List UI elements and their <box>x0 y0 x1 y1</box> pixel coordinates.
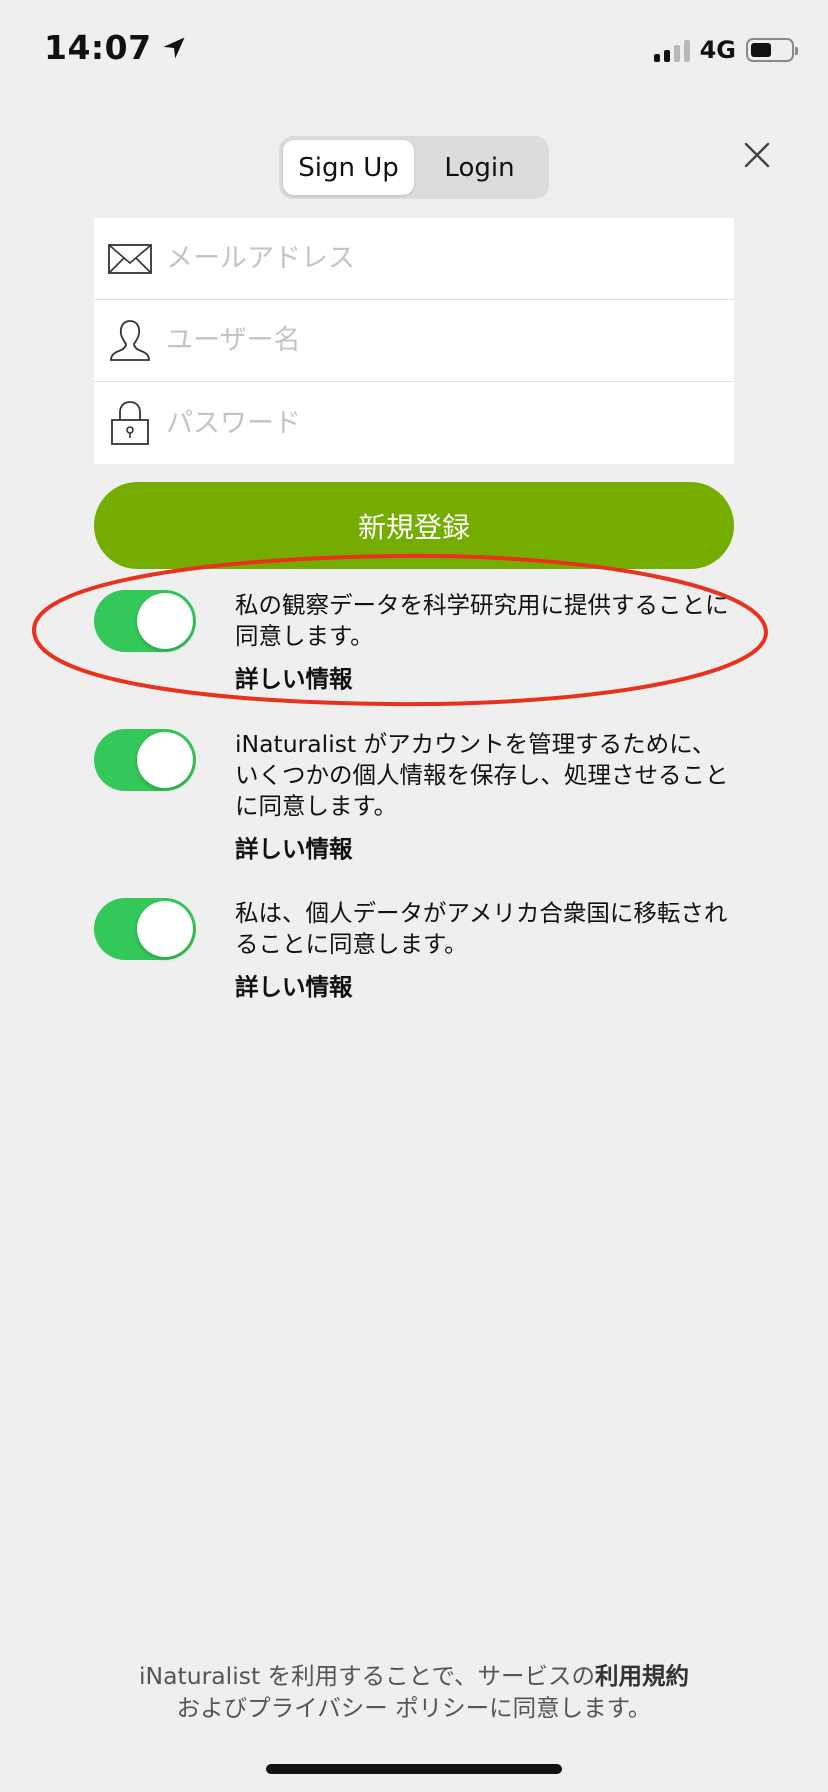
battery-icon <box>746 38 798 62</box>
lock-icon <box>94 400 166 446</box>
consent-data-transfer-toggle[interactable] <box>94 898 196 960</box>
signup-form <box>94 218 734 464</box>
consent-research-toggle[interactable] <box>94 590 196 652</box>
footer-prefix: iNaturalist を利用することで、サービスの <box>138 1662 596 1690</box>
consent-label: iNaturalist がアカウントを管理するために、いくつかの個人情報を保存し… <box>235 730 729 820</box>
user-icon <box>94 318 166 364</box>
auth-mode-segmented-control: Sign Up Login <box>279 136 549 199</box>
clock: 14:07 <box>44 28 152 67</box>
password-row <box>94 382 734 464</box>
close-icon <box>744 142 770 168</box>
status-indicators: 4G <box>653 36 798 64</box>
consent-text-block: 私の観察データを科学研究用に提供することに同意します。 詳しい情報 <box>235 590 735 695</box>
consent-personal-info-toggle[interactable] <box>94 729 196 791</box>
tab-login[interactable]: Login <box>414 140 545 195</box>
status-time: 14:07 <box>44 28 188 67</box>
terms-footer: iNaturalist を利用することで、サービスの利用規約 およびプライバシー… <box>0 1660 828 1724</box>
username-field[interactable] <box>166 325 734 356</box>
username-row <box>94 300 734 382</box>
terms-of-service-link[interactable]: 利用規約 <box>595 1662 689 1690</box>
cellular-signal-icon <box>653 38 690 62</box>
footer-suffix: に同意します。 <box>489 1694 652 1722</box>
consent-text-block: iNaturalist がアカウントを管理するために、いくつかの個人情報を保存し… <box>235 729 735 865</box>
location-arrow-icon <box>163 37 185 58</box>
email-row <box>94 218 734 300</box>
tab-sign-up[interactable]: Sign Up <box>283 140 414 195</box>
consent-label: 私の観察データを科学研究用に提供することに同意します。 <box>235 591 729 650</box>
more-info-link[interactable]: 詳しい情報 <box>235 664 735 695</box>
password-field[interactable] <box>166 407 734 439</box>
consent-label: 私は、個人データがアメリカ合衆国に移転されることに同意します。 <box>235 899 728 958</box>
more-info-link[interactable]: 詳しい情報 <box>235 834 735 865</box>
signup-screen: 14:07 4G Sign Up Login メールアドレス ユーザー名 新規登… <box>0 0 828 1792</box>
more-info-link[interactable]: 詳しい情報 <box>235 972 735 1003</box>
email-field[interactable] <box>166 243 734 274</box>
close-button[interactable] <box>740 138 774 172</box>
register-button[interactable]: 新規登録 <box>94 482 734 569</box>
footer-middle: および <box>176 1694 248 1722</box>
home-indicator[interactable] <box>266 1764 562 1774</box>
network-type: 4G <box>699 36 736 64</box>
envelope-icon <box>94 236 166 282</box>
privacy-policy-link[interactable]: プライバシー ポリシー <box>247 1694 489 1722</box>
consent-text-block: 私は、個人データがアメリカ合衆国に移転されることに同意します。 詳しい情報 <box>235 898 735 1003</box>
